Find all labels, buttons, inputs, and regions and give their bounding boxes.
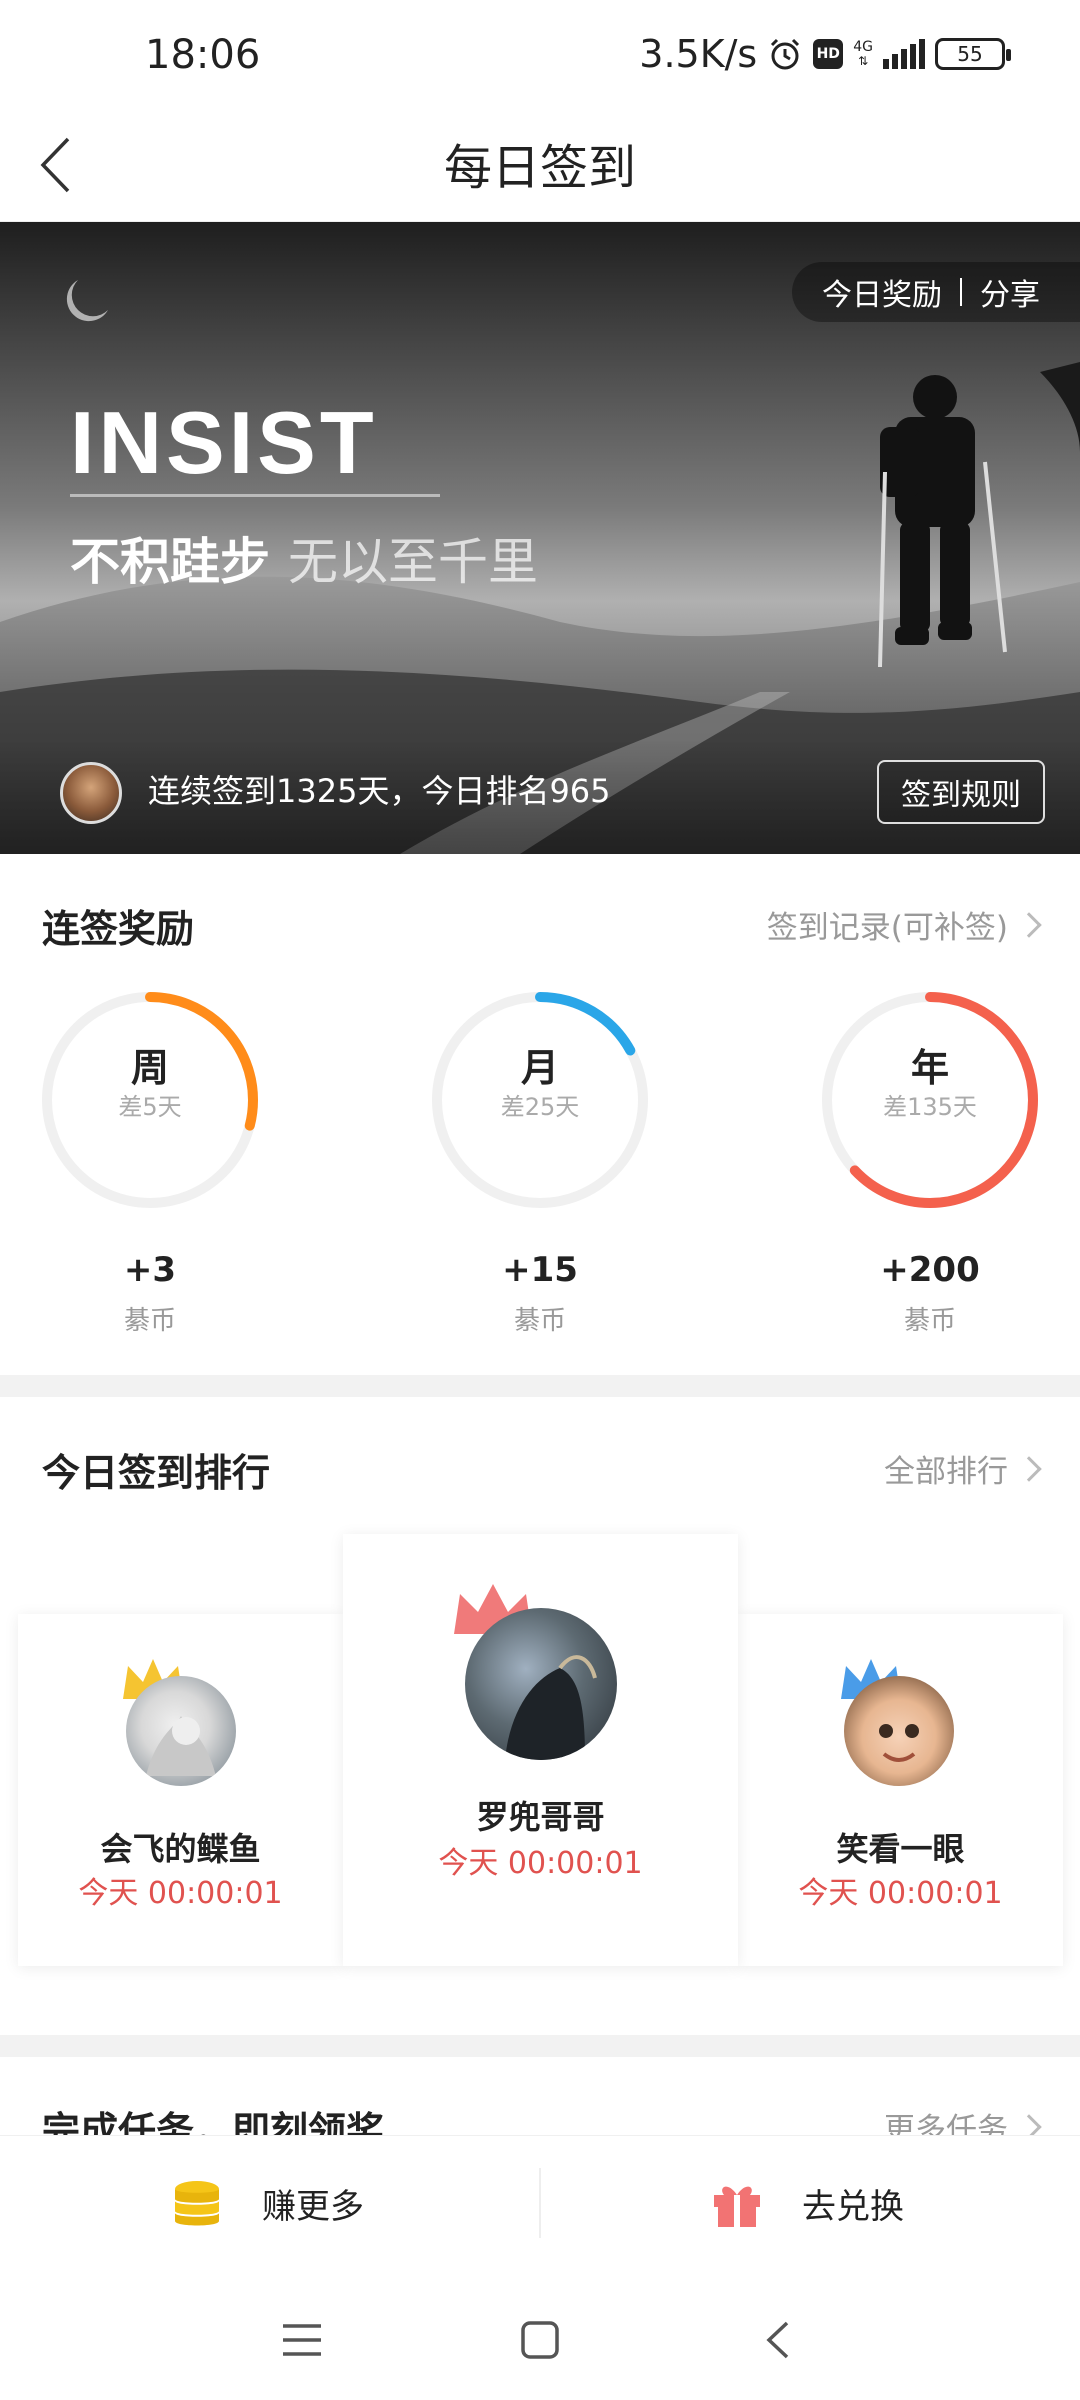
streak-ring: 周差5天 bbox=[37, 987, 263, 1213]
status-time: 18:06 bbox=[145, 32, 261, 78]
nav-bar: 每日签到 bbox=[0, 110, 1080, 222]
checkin-banner: 今日奖励 分享 INSIST 不积跬步 无以至千里 连续签到1325天，今日排名9… bbox=[0, 222, 1080, 854]
section-divider bbox=[0, 1375, 1080, 1397]
checkin-rules-button[interactable]: 签到规则 bbox=[877, 760, 1045, 824]
exchange-label: 去兑换 bbox=[802, 2187, 904, 2227]
rank-time: 今天 00:00:01 bbox=[798, 1876, 1003, 1911]
rank-card-1[interactable]: 罗兜哥哥 今天 00:00:01 bbox=[343, 1534, 738, 1966]
bottom-bar-divider bbox=[539, 2168, 541, 2238]
page-title: 每日签到 bbox=[443, 140, 636, 196]
headline-underline bbox=[70, 494, 440, 497]
earn-more-button[interactable]: 赚更多 bbox=[170, 2136, 364, 2271]
battery-icon: 55 bbox=[935, 38, 1011, 70]
reward-unit: 綦币 bbox=[123, 1306, 176, 1336]
banner-actions: 今日奖励 分享 bbox=[792, 262, 1080, 322]
back-icon[interactable] bbox=[748, 2310, 808, 2370]
rank-time: 今天 00:00:01 bbox=[78, 1876, 283, 1911]
slogan-sub: 无以至千里 bbox=[288, 533, 538, 591]
avatar bbox=[465, 1608, 617, 1760]
checkin-record-label: 签到记录(可补签) bbox=[766, 910, 1008, 946]
battery-level: 55 bbox=[957, 42, 983, 66]
today-reward-link[interactable]: 今日奖励 bbox=[822, 270, 942, 314]
streak-ring: 年差135天 bbox=[817, 987, 1043, 1213]
all-ranking-link[interactable]: 全部排行 bbox=[884, 1446, 1042, 1491]
reward-unit: 綦币 bbox=[903, 1306, 956, 1336]
streak-rewards-title: 连签奖励 bbox=[42, 907, 195, 951]
rank-name: 会飞的鲽鱼 bbox=[100, 1830, 261, 1868]
ranking-title: 今日签到排行 bbox=[42, 1451, 271, 1495]
rank-name: 罗兜哥哥 bbox=[476, 1798, 605, 1836]
ring-remaining-label: 差5天 bbox=[118, 1093, 182, 1121]
ring-period-label: 月 bbox=[520, 1046, 559, 1090]
status-icons: 3.5K/s HD 4G ⇅ 55 bbox=[639, 32, 1011, 76]
earn-more-label: 赚更多 bbox=[262, 2187, 364, 2227]
bottom-action-bar: 赚更多 去兑换 bbox=[0, 2135, 1080, 2271]
section-divider bbox=[0, 2035, 1080, 2057]
network-type-icon: 4G ⇅ bbox=[853, 39, 873, 68]
slogan-main: 不积跬步 bbox=[70, 533, 270, 591]
banner-headline: INSIST bbox=[70, 393, 378, 492]
all-ranking-label: 全部排行 bbox=[884, 1454, 1008, 1490]
banner-slogan: 不积跬步 无以至千里 bbox=[70, 522, 538, 594]
rank-name: 笑看一眼 bbox=[836, 1830, 965, 1868]
reward-amount: +200 bbox=[880, 1250, 980, 1290]
coins-icon bbox=[175, 2180, 219, 2225]
user-avatar[interactable] bbox=[60, 762, 122, 824]
checkin-record-link[interactable]: 签到记录(可补签) bbox=[766, 902, 1042, 947]
menu-icon[interactable] bbox=[272, 2310, 332, 2370]
ring-remaining-label: 差25天 bbox=[500, 1093, 580, 1121]
rank-time: 今天 00:00:01 bbox=[438, 1846, 643, 1881]
pill-divider bbox=[960, 278, 962, 306]
ring-period-label: 周 bbox=[130, 1046, 169, 1090]
chevron-right-icon bbox=[1016, 911, 1042, 938]
network-type: 4G bbox=[853, 39, 873, 55]
hd-badge: HD bbox=[813, 39, 844, 69]
share-link[interactable]: 分享 bbox=[980, 270, 1040, 314]
rank-card-2[interactable]: 会飞的鲽鱼 今天 00:00:01 bbox=[18, 1614, 343, 1966]
reward-unit: 綦币 bbox=[513, 1306, 566, 1336]
home-icon[interactable] bbox=[510, 2310, 570, 2370]
gift-icon bbox=[714, 2186, 760, 2227]
net-speed: 3.5K/s bbox=[639, 32, 758, 76]
streak-summary: 连续签到1325天，今日排名965 bbox=[148, 772, 611, 810]
chevron-right-icon bbox=[1016, 1455, 1042, 1482]
avatar bbox=[844, 1676, 954, 1786]
rank-card-3[interactable]: 笑看一眼 今天 00:00:01 bbox=[738, 1614, 1063, 1966]
ring-remaining-label: 差135天 bbox=[883, 1093, 977, 1121]
avatar bbox=[126, 1676, 236, 1786]
signal-icon bbox=[883, 39, 925, 69]
reward-amount: +15 bbox=[502, 1250, 578, 1290]
system-nav-bar bbox=[0, 2270, 1080, 2400]
ring-period-label: 年 bbox=[910, 1046, 949, 1090]
reward-amount: +3 bbox=[123, 1250, 177, 1290]
streak-ring: 月差25天 bbox=[427, 987, 653, 1213]
status-bar: 18:06 3.5K/s HD 4G ⇅ 55 bbox=[0, 0, 1080, 110]
alarm-icon bbox=[767, 36, 803, 72]
exchange-button[interactable]: 去兑换 bbox=[710, 2136, 904, 2271]
